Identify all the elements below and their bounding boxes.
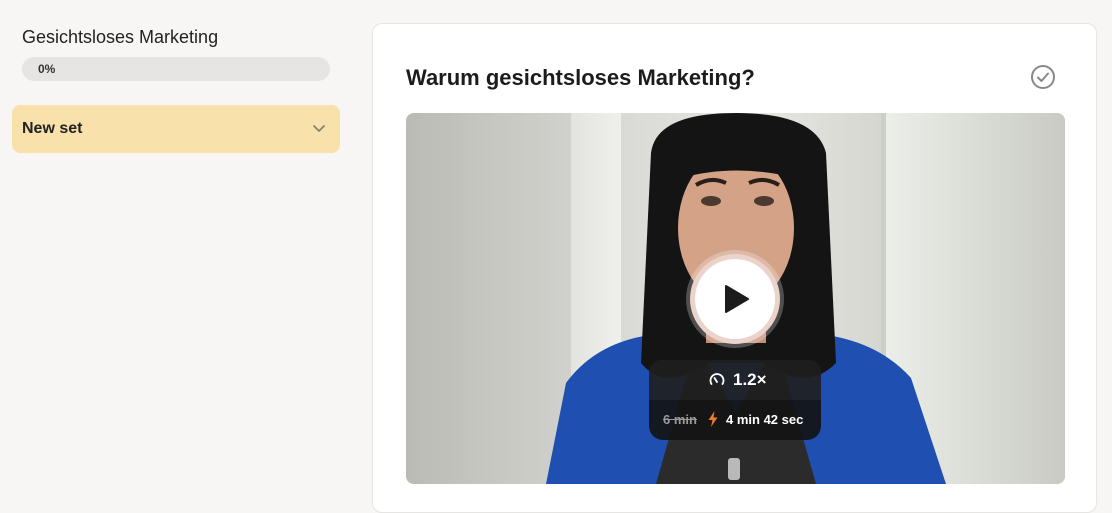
playback-speed-value: 1.2× (733, 370, 767, 389)
set-label: New set (22, 120, 83, 137)
lesson-title: Warum gesichtsloses Marketing? (406, 65, 755, 90)
progress-label: 0% (38, 62, 56, 76)
sidebar: Gesichtsloses Marketing 0% New set (0, 0, 352, 496)
duration-badge: 6 min 4 min 42 sec (649, 400, 821, 440)
playback-speed-badge[interactable]: 1.2× (649, 360, 821, 400)
speedometer-icon (709, 373, 725, 385)
chevron-down-icon (313, 125, 325, 132)
check-circle-icon[interactable] (1030, 64, 1056, 90)
course-title: Gesichtsloses Marketing (22, 27, 219, 47)
adjusted-duration: 4 min 42 sec (726, 412, 804, 427)
video-player[interactable]: 1.2× 6 min 4 min 42 sec (406, 113, 1065, 484)
course-progress-bar: 0% (22, 57, 330, 81)
play-icon (725, 285, 749, 313)
sidebar-set-new-set[interactable]: New set (12, 105, 340, 153)
play-button[interactable] (690, 254, 780, 344)
original-duration: 6 min (663, 412, 697, 427)
lesson-card: Warum gesichtsloses Marketing? 1.2× 6 mi… (372, 23, 1097, 513)
lightning-icon (708, 411, 718, 427)
